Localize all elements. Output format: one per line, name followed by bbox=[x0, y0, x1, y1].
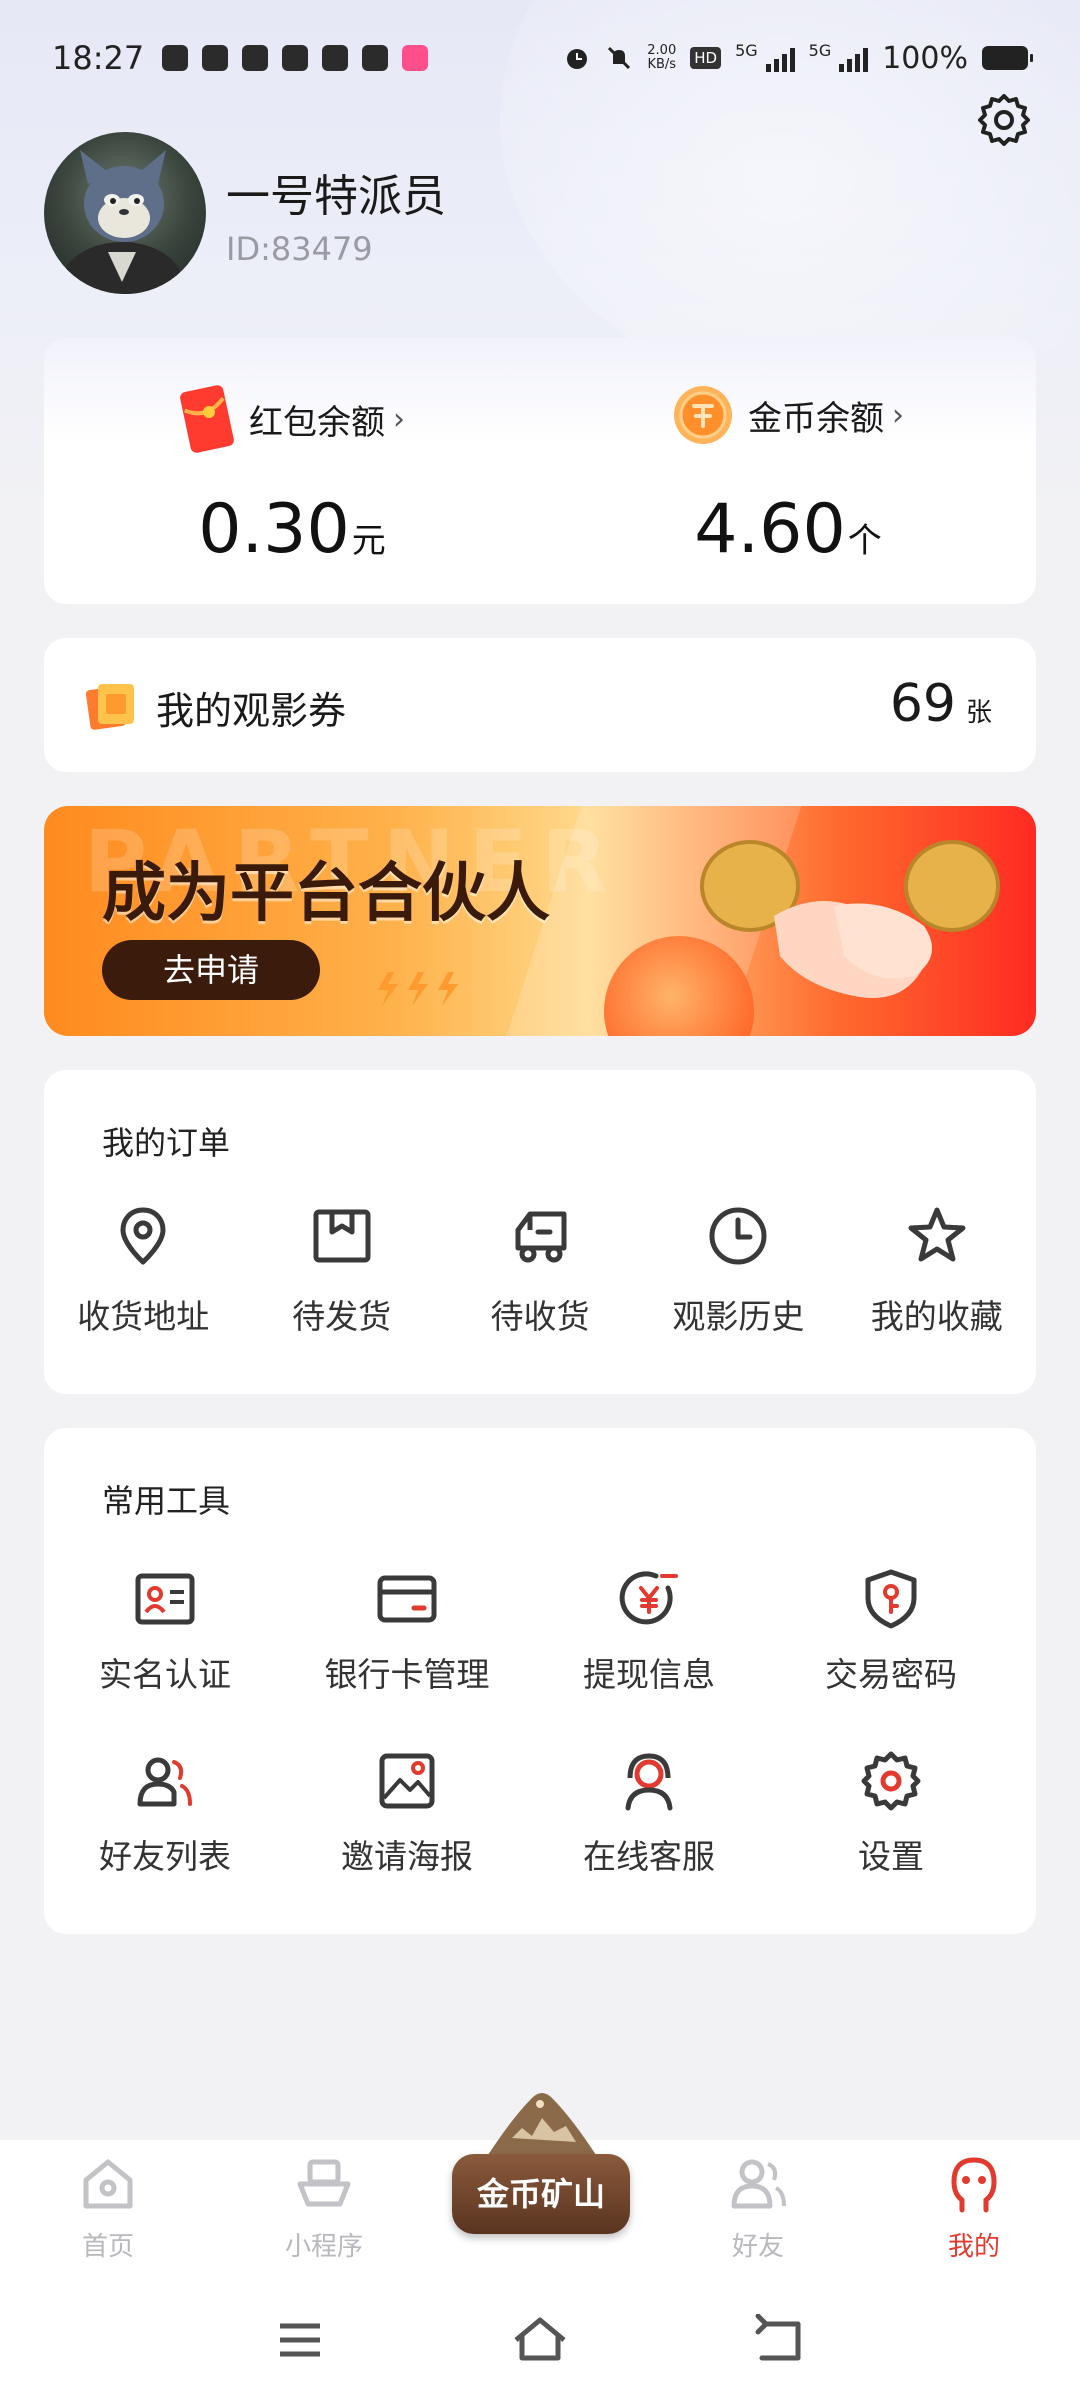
gold-mine-label: 金币矿山 bbox=[452, 2154, 630, 2234]
coin-unit: 个 bbox=[847, 521, 882, 561]
tool-withdraw-info[interactable]: 提现信息 bbox=[528, 1568, 770, 1696]
my-orders-card: 我的订单 收货地址 待发货 待收货 观影历史 我的收藏 bbox=[44, 1070, 1036, 1394]
nav-friends[interactable]: 好友 bbox=[678, 2154, 838, 2263]
image-icon bbox=[379, 1753, 435, 1809]
bilibili-icon bbox=[402, 45, 429, 71]
tool-bank-card[interactable]: 银行卡管理 bbox=[286, 1568, 528, 1696]
tools-title: 常用工具 bbox=[102, 1482, 231, 1520]
truck-icon bbox=[515, 1211, 567, 1263]
nav-mine[interactable]: 我的 bbox=[894, 2154, 1054, 2263]
notification-icons bbox=[162, 45, 429, 71]
net-speed: 2.00 KB/s bbox=[647, 43, 677, 72]
signal-icon-1 bbox=[765, 44, 795, 72]
yuan-withdraw-icon bbox=[619, 1571, 678, 1625]
hd-badge: HD bbox=[690, 47, 722, 69]
ticket-icon bbox=[86, 684, 134, 730]
red-packet-value: 0.30 bbox=[198, 490, 350, 569]
box-icon bbox=[313, 1209, 371, 1263]
qq-icon bbox=[162, 45, 189, 71]
nav-home[interactable]: 首页 bbox=[28, 2154, 188, 2263]
wechat-icon bbox=[242, 45, 269, 71]
order-item-to-ship[interactable]: 待发货 bbox=[242, 1204, 440, 1338]
gear-icon bbox=[861, 1751, 921, 1811]
gold-coin-icon bbox=[674, 386, 732, 444]
status-bar: 18:27 2.00 KB/s HD 5G 5G 100% bbox=[0, 0, 1080, 116]
balance-card: 红包余额 › 0.30元 金币余额 › 4.60个 bbox=[44, 338, 1036, 604]
orders-title: 我的订单 bbox=[102, 1124, 231, 1162]
chat-icon bbox=[282, 45, 309, 71]
boat-icon bbox=[297, 2159, 351, 2207]
handshake-icon bbox=[700, 840, 1000, 998]
ticket-label: 我的观影券 bbox=[156, 689, 347, 733]
movie-ticket-card[interactable]: 我的观影券 69 张 bbox=[44, 638, 1036, 772]
cat-avatar-icon bbox=[62, 150, 182, 294]
coin-label: 金币余额 bbox=[748, 398, 884, 439]
red-packet-label: 红包余额 bbox=[249, 402, 385, 443]
red-envelope-icon bbox=[180, 385, 234, 453]
battery-percent: 100% bbox=[882, 40, 968, 76]
system-nav-bar bbox=[0, 2280, 1080, 2400]
signal-icon-2 bbox=[839, 44, 869, 72]
coin-balance[interactable]: 金币余额 › 4.60个 bbox=[540, 338, 1036, 604]
tool-invite-poster[interactable]: 邀请海报 bbox=[286, 1750, 528, 1878]
mine-icon bbox=[951, 2157, 997, 2213]
ticket-count: 69 bbox=[889, 674, 956, 734]
ticket-unit: 张 bbox=[965, 698, 992, 728]
banner-title: 成为平台合伙人 bbox=[102, 857, 550, 931]
common-tools-card: 常用工具 实名认证 银行卡管理 提现信息 交易密码 好友列表 邀请海报 在线客服 bbox=[44, 1428, 1036, 1934]
coin-value: 4.60 bbox=[694, 490, 846, 569]
nav-mini-program[interactable]: 小程序 bbox=[244, 2154, 404, 2263]
star-icon bbox=[908, 1207, 966, 1262]
lightning-icon bbox=[378, 972, 458, 1006]
tool-trade-password[interactable]: 交易密码 bbox=[770, 1568, 1012, 1696]
tool-settings[interactable]: 设置 bbox=[770, 1750, 1012, 1878]
app-icon bbox=[322, 45, 349, 71]
partner-banner[interactable]: PARTNER 成为平台合伙人 去申请 bbox=[44, 806, 1036, 1036]
user-id: ID:83479 bbox=[226, 230, 373, 268]
message-icon bbox=[202, 45, 229, 71]
order-item-address[interactable]: 收货地址 bbox=[44, 1204, 242, 1338]
alarm-icon bbox=[567, 49, 588, 69]
username: 一号特派员 bbox=[226, 171, 446, 222]
apply-button[interactable]: 去申请 bbox=[102, 940, 320, 1000]
battery-icon bbox=[982, 46, 1033, 70]
bird-icon bbox=[362, 45, 389, 71]
avatar[interactable] bbox=[44, 132, 206, 294]
order-item-favorites[interactable]: 我的收藏 bbox=[838, 1204, 1036, 1338]
home-icon bbox=[83, 2159, 133, 2209]
bank-card-icon bbox=[377, 1575, 437, 1623]
order-item-watch-history[interactable]: 观影历史 bbox=[639, 1204, 837, 1338]
mute-icon bbox=[608, 46, 631, 70]
tool-friend-list[interactable]: 好友列表 bbox=[44, 1750, 286, 1878]
shield-key-icon bbox=[865, 1569, 917, 1629]
tool-real-name-auth[interactable]: 实名认证 bbox=[44, 1568, 286, 1696]
clock-icon bbox=[709, 1207, 767, 1265]
home-button-icon[interactable] bbox=[510, 2314, 570, 2366]
headset-icon bbox=[625, 1753, 673, 1811]
tool-online-service[interactable]: 在线客服 bbox=[528, 1750, 770, 1878]
status-time: 18:27 bbox=[52, 39, 145, 77]
ore-pile-icon bbox=[486, 2093, 598, 2158]
friends-nav-icon bbox=[731, 2159, 786, 2209]
back-icon[interactable] bbox=[750, 2314, 810, 2366]
settings-gear-icon[interactable] bbox=[976, 92, 1032, 148]
gold-mine-button[interactable]: 金币矿山 bbox=[452, 2088, 630, 2248]
friends-icon bbox=[137, 1757, 192, 1807]
order-item-to-receive[interactable]: 待收货 bbox=[441, 1204, 639, 1338]
chevron-right-icon: › bbox=[892, 397, 904, 433]
red-packet-balance[interactable]: 红包余额 › 0.30元 bbox=[44, 338, 540, 604]
menu-icon[interactable] bbox=[270, 2314, 330, 2366]
location-pin-icon bbox=[120, 1207, 166, 1265]
chevron-right-icon: › bbox=[393, 401, 405, 437]
id-card-icon bbox=[135, 1573, 195, 1625]
red-packet-unit: 元 bbox=[351, 521, 386, 561]
